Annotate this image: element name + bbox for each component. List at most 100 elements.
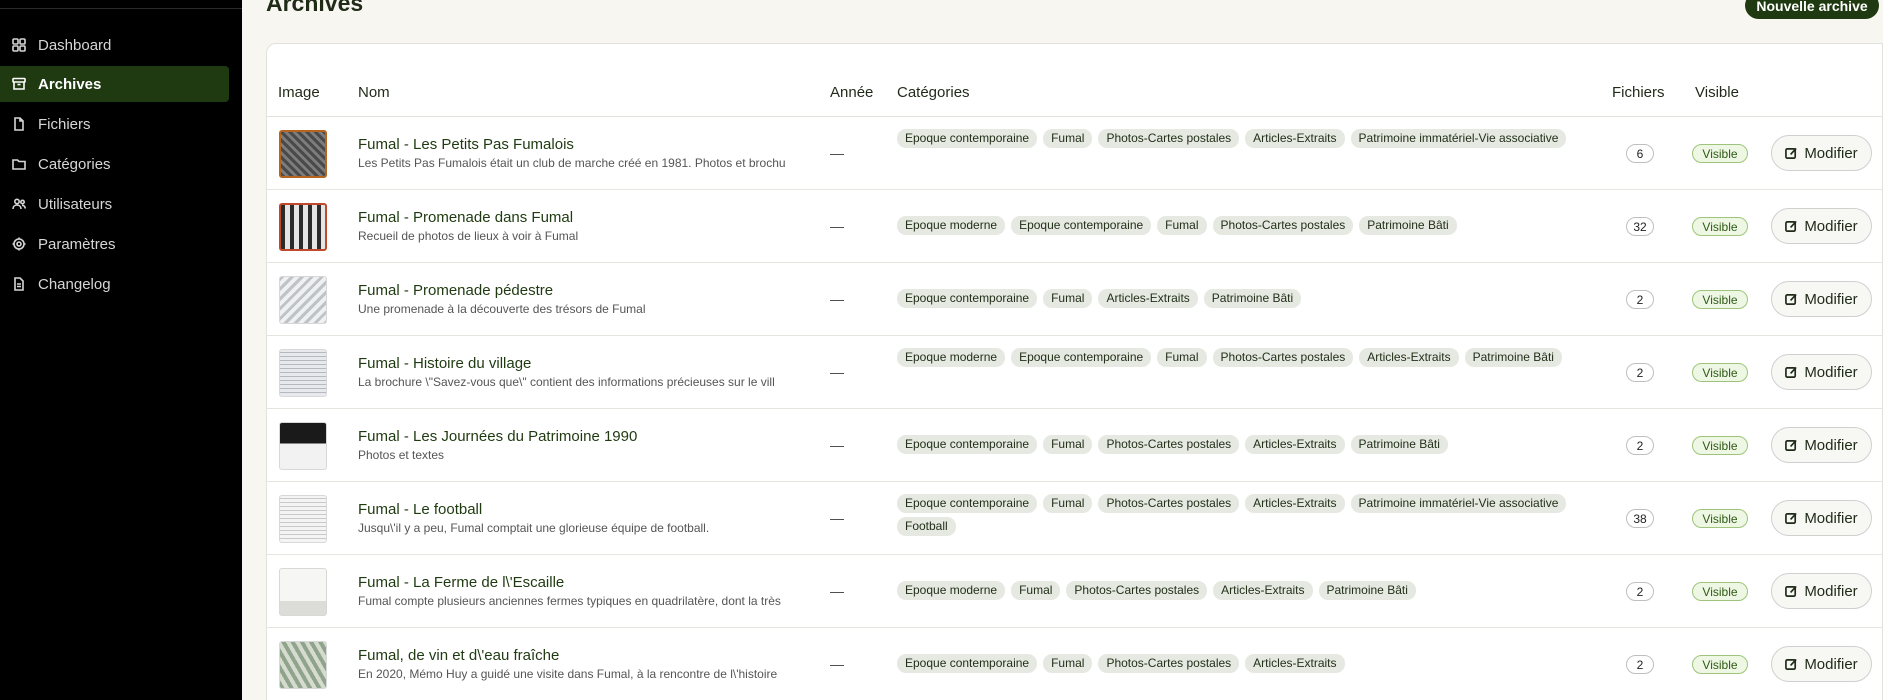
- sidebar-item-label: Archives: [38, 75, 102, 93]
- archive-thumbnail[interactable]: [279, 495, 327, 543]
- category-tag: Epoque contemporaine: [897, 654, 1038, 673]
- column-header-visible[interactable]: Visible: [1695, 84, 1739, 101]
- column-header-year[interactable]: Année: [830, 84, 873, 101]
- column-header-files[interactable]: Fichiers: [1612, 84, 1665, 101]
- category-tag: Photos-Cartes postales: [1098, 129, 1240, 148]
- edit-button[interactable]: Modifier: [1771, 646, 1872, 682]
- column-header-name[interactable]: Nom: [358, 84, 390, 101]
- edit-button[interactable]: Modifier: [1771, 281, 1872, 317]
- archive-thumbnail[interactable]: [279, 203, 327, 251]
- archive-name[interactable]: Fumal - Histoire du village: [358, 355, 531, 372]
- table-row[interactable]: Fumal - Les Petits Pas Fumalois Les Peti…: [267, 117, 1883, 190]
- archive-thumbnail[interactable]: [279, 422, 327, 470]
- edit-button-label: Modifier: [1804, 582, 1858, 600]
- archive-thumbnail[interactable]: [279, 276, 327, 324]
- visibility-badge: Visible: [1692, 582, 1748, 601]
- sidebar-item-parametres[interactable]: Paramètres: [0, 226, 229, 262]
- column-header-image[interactable]: Image: [278, 84, 320, 101]
- edit-button[interactable]: Modifier: [1771, 135, 1872, 171]
- archive-thumbnail[interactable]: [279, 641, 327, 689]
- edit-button[interactable]: Modifier: [1771, 208, 1872, 244]
- table-row[interactable]: Fumal, de vin et d\'eau fraîche En 2020,…: [267, 628, 1883, 700]
- document-icon: [12, 277, 26, 291]
- sidebar-item-label: Fichiers: [38, 115, 91, 133]
- sidebar-item-utilisateurs[interactable]: Utilisateurs: [0, 186, 229, 222]
- category-tag: Epoque moderne: [897, 216, 1006, 235]
- sidebar-item-changelog[interactable]: Changelog: [0, 266, 229, 302]
- sidebar-item-label: Dashboard: [38, 36, 112, 54]
- sidebar-item-categories[interactable]: Catégories: [0, 146, 229, 182]
- category-tag: Patrimoine Bâti: [1359, 216, 1457, 235]
- archive-name[interactable]: Fumal - Promenade dans Fumal: [358, 209, 573, 226]
- archive-name[interactable]: Fumal - Les Journées du Patrimoine 1990: [358, 428, 637, 445]
- archive-name[interactable]: Fumal - Promenade pédestre: [358, 282, 553, 299]
- archives-table: Image Nom Année Catégories Fichiers Visi…: [266, 43, 1883, 700]
- category-tag: Fumal: [1043, 289, 1093, 308]
- archive-thumbnail[interactable]: [279, 568, 327, 616]
- edit-button[interactable]: Modifier: [1771, 573, 1872, 609]
- sidebar-item-label: Utilisateurs: [38, 195, 113, 213]
- table-row[interactable]: Fumal - Histoire du village La brochure …: [267, 336, 1883, 409]
- edit-button[interactable]: Modifier: [1771, 354, 1872, 390]
- page-title: Archives: [266, 0, 364, 16]
- column-header-categories[interactable]: Catégories: [897, 84, 970, 101]
- category-tag: Photos-Cartes postales: [1098, 435, 1240, 454]
- users-icon: [12, 197, 26, 211]
- table-row[interactable]: Fumal - Le football Jusqu\'il y a peu, F…: [267, 482, 1883, 555]
- sidebar-item-fichiers[interactable]: Fichiers: [0, 106, 229, 142]
- edit-button[interactable]: Modifier: [1771, 427, 1872, 463]
- category-tag: Fumal: [1043, 494, 1093, 513]
- category-tags: Epoque moderne Epoque contemporaine Fuma…: [897, 216, 1597, 235]
- table-row[interactable]: Fumal - Promenade pédestre Une promenade…: [267, 263, 1883, 336]
- category-tag: Photos-Cartes postales: [1212, 348, 1354, 367]
- category-tag: Fumal: [1157, 216, 1207, 235]
- category-tags: Epoque contemporaine Fumal Articles-Extr…: [897, 289, 1597, 308]
- visibility-badge: Visible: [1692, 509, 1748, 528]
- archive-name[interactable]: Fumal - Les Petits Pas Fumalois: [358, 136, 574, 153]
- category-tag: Fumal: [1043, 435, 1093, 454]
- new-archive-button[interactable]: Nouvelle archive: [1745, 0, 1879, 19]
- category-tags: Epoque contemporaine Fumal Photos-Cartes…: [897, 494, 1597, 536]
- visibility-badge: Visible: [1692, 290, 1748, 309]
- archive-description: Les Petits Pas Fumalois était un club de…: [358, 156, 786, 170]
- archive-name[interactable]: Fumal, de vin et d\'eau fraîche: [358, 647, 559, 664]
- category-tag: Photos-Cartes postales: [1212, 216, 1354, 235]
- sidebar-item-dashboard[interactable]: Dashboard: [0, 27, 229, 63]
- sidebar: Dashboard Archives Fichiers Catégories U…: [0, 0, 242, 700]
- category-tag: Epoque contemporaine: [897, 129, 1038, 148]
- edit-button-label: Modifier: [1804, 217, 1858, 235]
- category-tag: Fumal: [1043, 654, 1093, 673]
- edit-icon: [1785, 366, 1798, 378]
- category-tag: Epoque moderne: [897, 348, 1006, 367]
- visibility-badge: Visible: [1692, 217, 1748, 236]
- edit-button-label: Modifier: [1804, 655, 1858, 673]
- table-row[interactable]: Fumal - Promenade dans Fumal Recueil de …: [267, 190, 1883, 263]
- files-count-badge: 6: [1626, 144, 1654, 163]
- edit-icon: [1785, 658, 1798, 670]
- edit-button-label: Modifier: [1804, 436, 1858, 454]
- files-count-badge: 2: [1626, 290, 1654, 309]
- category-tag: Fumal: [1157, 348, 1207, 367]
- archive-description: Photos et textes: [358, 448, 445, 462]
- archive-name[interactable]: Fumal - Le football: [358, 501, 482, 518]
- archive-name[interactable]: Fumal - La Ferme de l\'Escaille: [358, 574, 564, 591]
- archive-thumbnail[interactable]: [279, 349, 327, 397]
- sidebar-item-archives[interactable]: Archives: [0, 66, 229, 102]
- table-row[interactable]: Fumal - La Ferme de l\'Escaille Fumal co…: [267, 555, 1883, 628]
- category-tag: Articles-Extraits: [1245, 494, 1345, 513]
- archive-description: Jusqu\'il y a peu, Fumal comptait une gl…: [358, 521, 710, 535]
- category-tag: Patrimoine immatériel-Vie associative: [1350, 129, 1567, 148]
- file-icon: [12, 117, 26, 131]
- category-tags: Epoque contemporaine Fumal Photos-Cartes…: [897, 129, 1597, 148]
- files-count-badge: 2: [1626, 436, 1654, 455]
- category-tag: Fumal: [1043, 129, 1093, 148]
- edit-button[interactable]: Modifier: [1771, 500, 1872, 536]
- archive-thumbnail[interactable]: [279, 130, 327, 178]
- edit-icon: [1785, 220, 1798, 232]
- category-tag: Photos-Cartes postales: [1098, 654, 1240, 673]
- files-count-badge: 38: [1626, 509, 1654, 528]
- category-tag: Epoque contemporaine: [897, 435, 1038, 454]
- archive-year: —: [830, 145, 844, 161]
- archive-description: En 2020, Mémo Huy a guidé une visite dan…: [358, 667, 778, 681]
- table-row[interactable]: Fumal - Les Journées du Patrimoine 1990 …: [267, 409, 1883, 482]
